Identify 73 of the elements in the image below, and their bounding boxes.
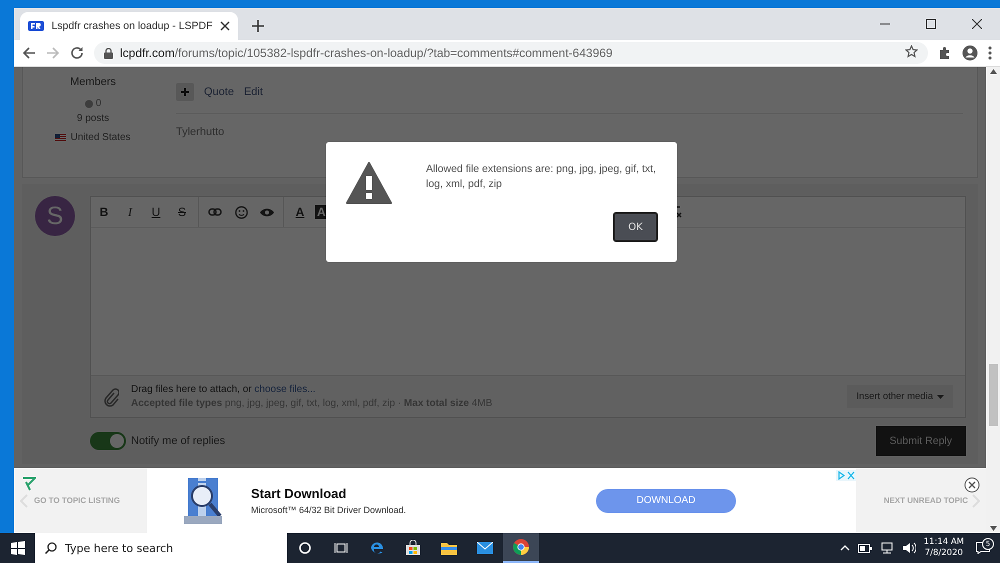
strikethrough-button[interactable]: S — [169, 205, 195, 219]
underline-button[interactable]: U — [143, 205, 169, 219]
close-icon[interactable] — [972, 19, 982, 29]
back-icon[interactable] — [22, 46, 36, 60]
ad-title: Start Download — [251, 486, 348, 501]
battery-icon[interactable] — [858, 544, 872, 552]
scroll-down-icon[interactable] — [990, 526, 996, 531]
taskbar-search-field[interactable]: Type here to search — [35, 533, 287, 563]
bookmark-star-icon[interactable] — [905, 45, 918, 58]
ok-button[interactable]: OK — [613, 212, 658, 242]
bold-button[interactable]: B — [91, 205, 117, 219]
freestar-logo-icon — [22, 477, 36, 491]
close-ad-icon[interactable] — [964, 477, 980, 493]
reputation-icon — [84, 100, 93, 108]
folder-icon[interactable] — [441, 541, 457, 555]
url-text: lcpdfr.com/forums/topic/105382-lspdfr-crashes-on-loadup/?tab=comments#comment-643969 — [120, 46, 613, 60]
mail-icon[interactable] — [477, 542, 493, 554]
plus-icon[interactable] — [181, 88, 189, 96]
smiley-icon[interactable] — [234, 206, 248, 218]
lock-icon — [104, 48, 113, 58]
search-placeholder: Type here to search — [65, 542, 174, 554]
post-count: 9 posts — [76, 113, 110, 124]
download-button[interactable]: DOWNLOAD — [596, 488, 736, 512]
text-color-button[interactable]: A — [287, 205, 313, 219]
cortana-circle-icon[interactable] — [299, 542, 311, 554]
chrome-icon[interactable] — [513, 539, 529, 555]
previous-topic-link[interactable]: GO TO TOPIC LISTING — [34, 496, 120, 505]
next-topic-link[interactable]: NEXT UNREAD TOPIC — [884, 496, 968, 505]
close-icon[interactable] — [220, 21, 230, 31]
edge-browser-icon[interactable] — [369, 540, 385, 556]
account-icon[interactable] — [962, 45, 978, 61]
more-menu-icon[interactable] — [988, 46, 992, 60]
store-bag-icon[interactable] — [405, 540, 421, 556]
advertisement-banner[interactable]: Start Download Microsoft™ 64/32 Bit Driver Download. DOWNLOAD — [147, 468, 856, 533]
notify-label: Notify me of replies — [131, 435, 226, 447]
windows-start-icon[interactable] — [10, 541, 24, 555]
notify-toggle[interactable] — [90, 432, 126, 450]
clock-time[interactable]: 11:14 AM — [924, 537, 964, 548]
notifications-icon[interactable] — [976, 542, 990, 554]
scrollbar-thumb[interactable] — [988, 364, 998, 426]
eye-icon[interactable] — [260, 208, 274, 216]
puzzle-icon[interactable] — [938, 46, 952, 60]
tab-title: Lspdfr crashes on loadup - LSPDF — [51, 20, 213, 32]
task-view-icon[interactable] — [334, 542, 348, 554]
new-tab-icon[interactable] — [252, 20, 264, 32]
attach-prompt: Drag files here to attach, or choose files... — [131, 384, 317, 395]
maximize-icon[interactable] — [926, 19, 936, 29]
post-action-link[interactable]: Quote — [204, 86, 234, 98]
insert-media-button[interactable]: Insert other media — [847, 385, 953, 408]
paperclip-icon — [103, 386, 119, 406]
post-action-link[interactable]: Edit — [244, 86, 263, 98]
submit-reply-button[interactable]: Submit Reply — [876, 426, 966, 456]
ad-description: Microsoft™ 64/32 Bit Driver Download. — [251, 505, 408, 515]
clock-date[interactable]: 7/8/2020 — [924, 548, 963, 559]
site-logo-icon — [28, 21, 44, 31]
alert-message: Allowed file extensions are: png, jpg, jpeg, gif, txt, log, xml, pdf, zip — [426, 162, 657, 192]
network-icon[interactable] — [880, 542, 894, 554]
member-group: Members — [70, 76, 116, 88]
search-icon — [45, 542, 57, 554]
warning-icon — [346, 162, 392, 204]
user-avatar: S — [35, 196, 75, 236]
scroll-up-icon[interactable] — [990, 69, 996, 74]
link-icon[interactable] — [208, 208, 222, 216]
country-label: United States — [70, 132, 131, 143]
choose-files-link[interactable]: choose files... — [254, 384, 316, 395]
chevron-up-icon[interactable] — [840, 545, 850, 551]
address-bar[interactable]: lcpdfr.com/forums/topic/105382-lspdfr-crashes-on-loadup/?tab=comments#comment-643969 — [94, 42, 928, 64]
flag-icon — [55, 134, 66, 141]
italic-button[interactable]: I — [117, 204, 143, 220]
browser-tab[interactable]: Lspdfr crashes on loadup - LSPDF — [20, 12, 238, 40]
reload-icon[interactable] — [70, 46, 84, 60]
speaker-icon[interactable] — [902, 542, 916, 554]
caret-icon — [937, 394, 944, 398]
